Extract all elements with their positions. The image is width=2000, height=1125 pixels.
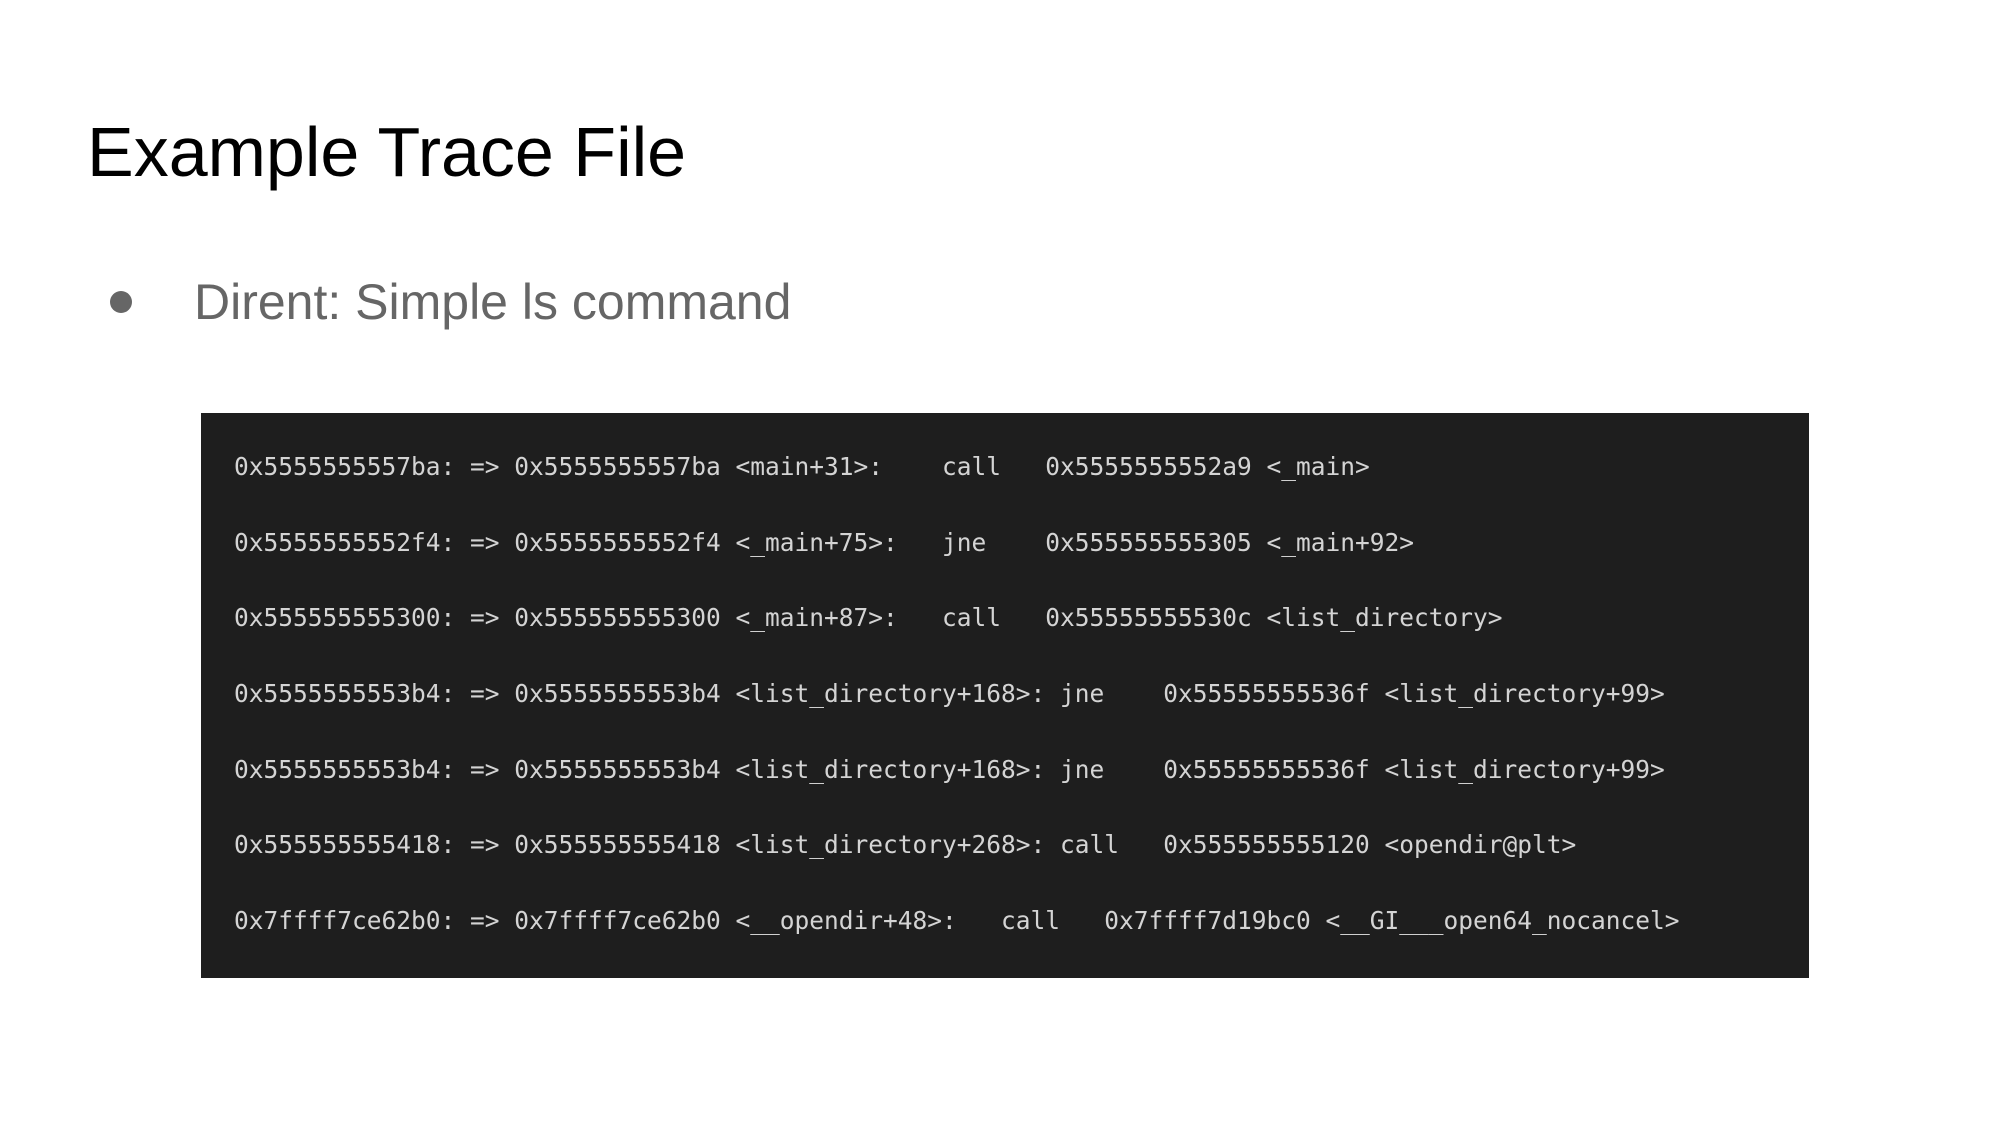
trace-line: 0x5555555552f4: => 0x5555555552f4 <_main… bbox=[234, 527, 1415, 557]
trace-line: 0x555555555300: => 0x555555555300 <_main… bbox=[234, 603, 1503, 633]
slide-title: Example Trace File bbox=[87, 113, 687, 191]
bullet-item: Dirent: Simple ls command bbox=[110, 272, 791, 332]
bullet-dot-icon bbox=[110, 291, 132, 313]
trace-output-panel: 0x5555555557ba: => 0x5555555557ba <main+… bbox=[201, 413, 1809, 978]
bullet-list: Dirent: Simple ls command bbox=[110, 272, 791, 332]
trace-line: 0x5555555553b4: => 0x5555555553b4 <list_… bbox=[234, 754, 1665, 784]
trace-line: 0x7ffff7ce62b0: => 0x7ffff7ce62b0 <__ope… bbox=[234, 906, 1680, 936]
bullet-text: Dirent: Simple ls command bbox=[194, 274, 792, 330]
trace-line: 0x555555555418: => 0x555555555418 <list_… bbox=[234, 830, 1577, 860]
trace-line: 0x5555555557ba: => 0x5555555557ba <main+… bbox=[234, 452, 1370, 481]
trace-line: 0x5555555553b4: => 0x5555555553b4 <list_… bbox=[234, 679, 1665, 709]
